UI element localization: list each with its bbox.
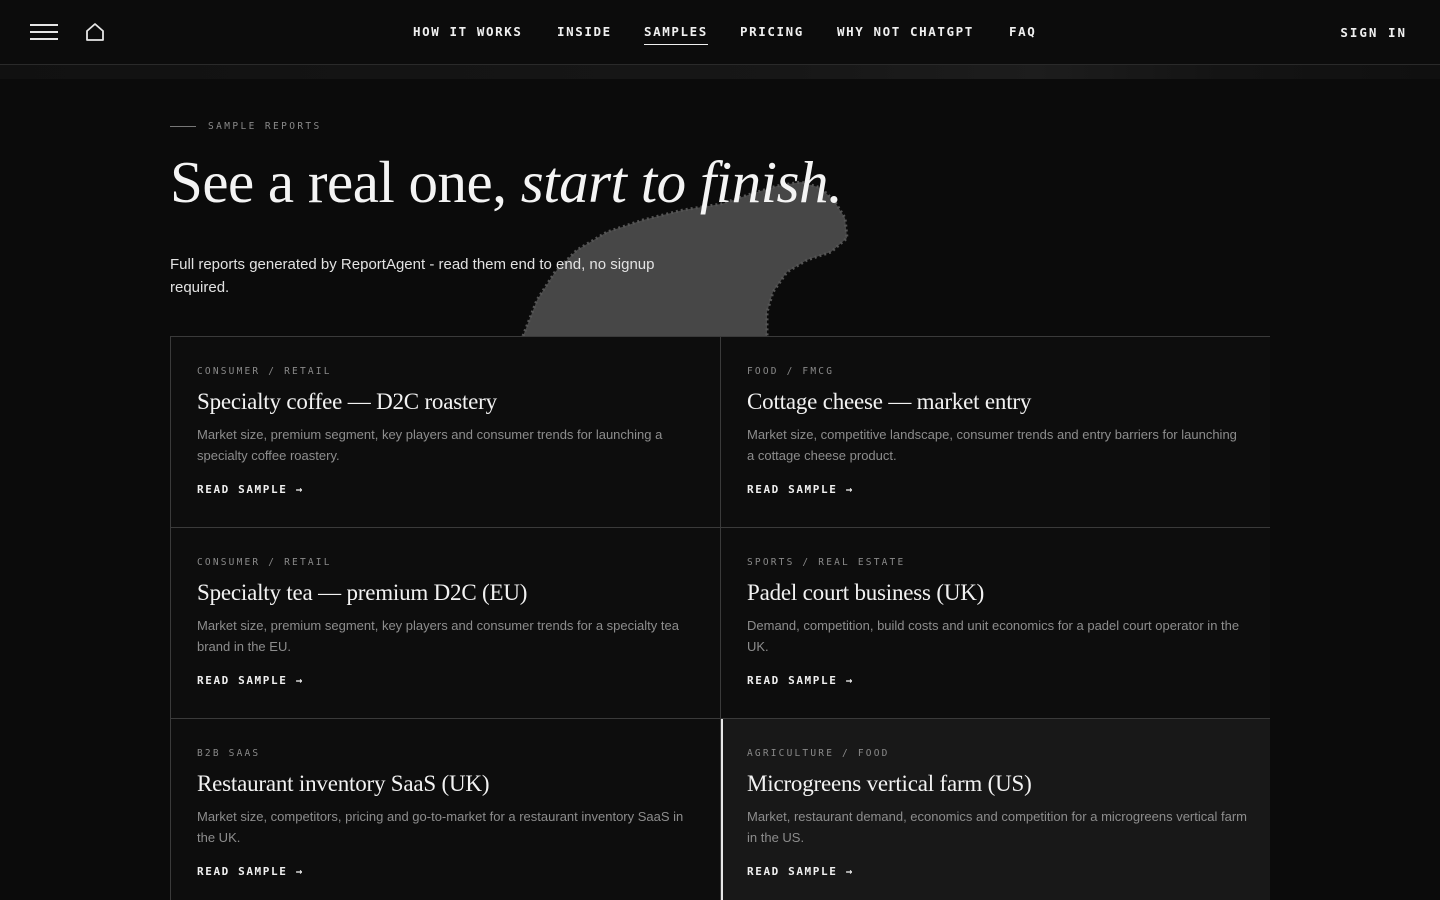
read-sample-link[interactable]: READ SAMPLE → [197, 483, 304, 496]
sample-category: CONSUMER / RETAIL [197, 557, 332, 568]
title-italic: start to finish. [520, 149, 843, 215]
read-sample-link[interactable]: READ SAMPLE → [747, 865, 854, 878]
sample-category: CONSUMER / RETAIL [197, 366, 332, 377]
hamburger-menu-icon[interactable] [30, 24, 58, 42]
section-eyebrow: SAMPLE REPORTS [208, 121, 322, 132]
page-subtitle: Full reports generated by ReportAgent - … [170, 256, 655, 296]
sample-description: Market size, competitors, pricing and go… [197, 809, 684, 845]
sample-title: Microgreens vertical farm (US) [747, 771, 1032, 796]
sample-title: Cottage cheese — market entry [747, 389, 1032, 414]
nav-inside[interactable]: INSIDE [557, 24, 612, 44]
sign-in-link[interactable]: SIGN IN [1340, 25, 1407, 40]
page-title: See a real one, start to finish. [170, 148, 843, 217]
sample-description: Market, restaurant demand, economics and… [747, 809, 1247, 845]
main-nav: HOW IT WORKS INSIDE SAMPLES PRICING WHY … [0, 0, 1440, 64]
sample-category: B2B SAAS [197, 748, 261, 759]
samples-grid: CONSUMER / RETAIL Specialty coffee — D2C… [170, 336, 1270, 900]
nav-why-not-chatgpt[interactable]: WHY NOT CHATGPT [837, 24, 974, 44]
sample-card-cottage-cheese[interactable]: FOOD / FMCG Cottage cheese — market entr… [721, 337, 1270, 528]
read-sample-link[interactable]: READ SAMPLE → [197, 674, 304, 687]
sample-category: FOOD / FMCG [747, 366, 835, 377]
sample-title: Padel court business (UK) [747, 580, 985, 605]
sample-title: Restaurant inventory SaaS (UK) [197, 771, 490, 796]
sample-card-specialty-coffee[interactable]: CONSUMER / RETAIL Specialty coffee — D2C… [171, 337, 721, 528]
sample-description: Demand, competition, build costs and uni… [747, 618, 1240, 654]
sample-card-restaurant-saas[interactable]: B2B SAAS Restaurant inventory SaaS (UK) … [171, 719, 721, 900]
sample-category: AGRICULTURE / FOOD [747, 748, 890, 759]
nav-pricing[interactable]: PRICING [740, 24, 804, 44]
decorative-band [0, 65, 1440, 79]
top-navigation-bar: HOW IT WORKS INSIDE SAMPLES PRICING WHY … [0, 0, 1440, 65]
nav-how-it-works[interactable]: HOW IT WORKS [413, 24, 523, 44]
sample-title: Specialty coffee — D2C roastery [197, 389, 497, 414]
eyebrow-rule [170, 126, 196, 127]
sample-title: Specialty tea — premium D2C (EU) [197, 580, 528, 605]
read-sample-link[interactable]: READ SAMPLE → [747, 674, 854, 687]
sample-card-microgreens[interactable]: AGRICULTURE / FOOD Microgreens vertical … [721, 719, 1270, 900]
read-sample-link[interactable]: READ SAMPLE → [747, 483, 854, 496]
sample-description: Market size, premium segment, key player… [197, 427, 663, 463]
sample-category: SPORTS / REAL ESTATE [747, 557, 906, 568]
title-plain: See a real one, [170, 149, 521, 215]
sample-card-specialty-tea[interactable]: CONSUMER / RETAIL Specialty tea — premiu… [171, 528, 721, 719]
sample-description: Market size, competitive landscape, cons… [747, 427, 1237, 463]
sample-description: Market size, premium segment, key player… [197, 618, 679, 654]
home-icon[interactable] [84, 21, 106, 43]
nav-samples[interactable]: SAMPLES [644, 24, 708, 45]
sample-card-padel-court[interactable]: SPORTS / REAL ESTATE Padel court busines… [721, 528, 1270, 719]
nav-faq[interactable]: FAQ [1009, 24, 1036, 44]
read-sample-link[interactable]: READ SAMPLE → [197, 865, 304, 878]
